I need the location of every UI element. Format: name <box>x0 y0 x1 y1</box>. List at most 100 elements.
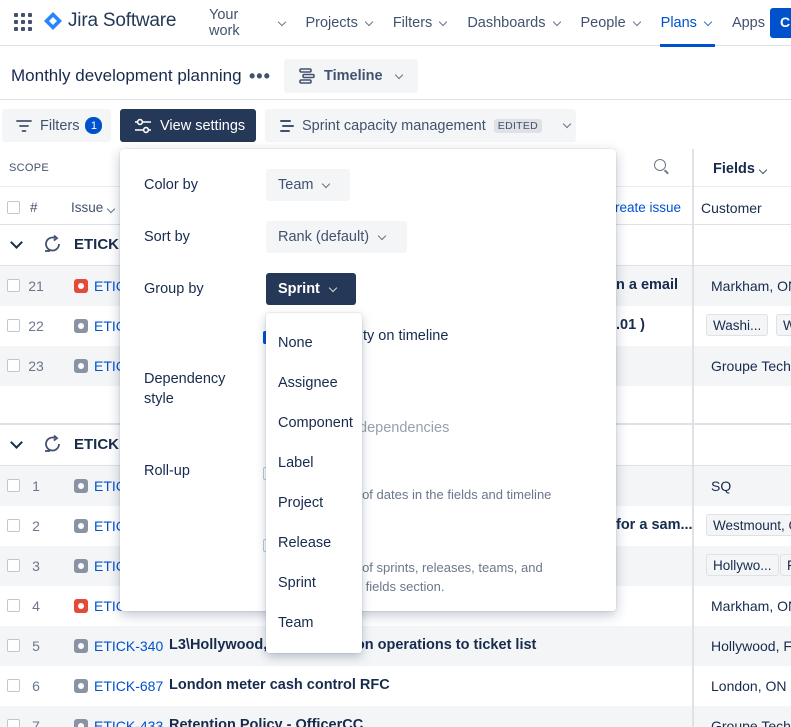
more-actions-icon[interactable]: ••• <box>249 66 271 87</box>
issue-summary-tail[interactable]: n a email <box>616 277 678 293</box>
chevron-down-icon <box>758 165 768 175</box>
row-number: 23 <box>28 358 44 374</box>
filter-icon <box>16 119 32 132</box>
sprint-icon <box>43 434 63 454</box>
row-number: 5 <box>32 638 40 654</box>
chevron-down-icon <box>562 119 572 129</box>
chevron-down-icon <box>439 17 448 26</box>
fields-divider[interactable] <box>692 149 694 727</box>
row-number: 4 <box>32 598 40 614</box>
group-by-option-team[interactable]: Team <box>266 603 362 643</box>
group-by-dropdown: None Assignee Component Label Project Release… <box>266 313 362 653</box>
task-icon <box>74 519 88 533</box>
row-checkbox[interactable] <box>7 719 20 727</box>
customer-value: London, ON <box>711 678 787 694</box>
chevron-down-icon[interactable] <box>10 236 23 249</box>
sort-by-select[interactable]: Rank (default) <box>266 221 407 253</box>
issue-summary[interactable]: London meter cash control RFC <box>169 677 390 693</box>
group-by-option-sprint[interactable]: Sprint <box>266 563 362 603</box>
search-icon[interactable] <box>654 159 666 171</box>
rollup-label: Roll-up <box>144 463 190 479</box>
select-all-checkbox[interactable] <box>7 201 20 214</box>
group-by-option-release[interactable]: Release <box>266 523 362 563</box>
issue-key[interactable]: ETICK-687 <box>94 678 163 694</box>
group-by-select[interactable]: Sprint <box>266 273 356 305</box>
row-checkbox[interactable] <box>7 679 20 692</box>
issue-summary-tail[interactable]: .01 ) <box>616 317 645 333</box>
nav-item-dashboards[interactable]: Dashboards <box>458 0 571 46</box>
filters-count-badge: 1 <box>85 117 103 134</box>
sprint-group-name: ETICK <box>74 236 119 253</box>
chevron-down-icon <box>377 231 387 240</box>
plan-title: Monthly development planning <box>11 66 242 85</box>
column-issue[interactable]: Issue <box>71 200 117 215</box>
row-number: 6 <box>32 678 40 694</box>
scenario-button[interactable]: Sprint capacity management EDITED <box>265 109 576 142</box>
plan-header: Monthly development planning ••• Timelin… <box>0 52 791 100</box>
row-checkbox[interactable] <box>7 319 20 332</box>
sort-by-value: Rank (default) <box>278 229 370 245</box>
plan-toolbar: Filters 1 View settings Sprint capacity … <box>0 101 791 149</box>
table-row[interactable]: 7 ETICK-433 Retention Policy - OfficerCC Gr… <box>0 706 791 727</box>
chevron-down-icon <box>107 204 116 214</box>
chevron-down-icon[interactable] <box>10 436 23 449</box>
top-navigation: Jira Software Your work Projects Filters Da… <box>0 0 791 47</box>
issue-key[interactable]: ETICK-433 <box>94 718 163 727</box>
customer-chip: F <box>780 554 791 576</box>
fields-dropdown[interactable]: Fields <box>713 161 769 177</box>
sprint-icon <box>43 234 63 254</box>
group-by-option-assignee[interactable]: Assignee <box>266 363 362 403</box>
group-by-option-none[interactable]: None <box>266 323 362 363</box>
task-icon <box>74 479 88 493</box>
dependency-style-label: Dependency style <box>144 371 226 407</box>
color-by-value: Team <box>278 177 314 193</box>
issue-summary-tail[interactable]: for a sam... <box>616 517 693 533</box>
group-by-option-label[interactable]: Label <box>266 443 362 483</box>
table-row[interactable]: 6 ETICK-687 London meter cash control RFC L… <box>0 666 791 706</box>
nav-item-filters[interactable]: Filters <box>384 0 458 46</box>
issue-key[interactable]: ETICK-340 <box>94 638 163 654</box>
view-settings-button[interactable]: View settings <box>120 109 256 142</box>
row-checkbox[interactable] <box>7 639 20 652</box>
row-checkbox[interactable] <box>7 559 20 572</box>
fields-label: Fields <box>713 161 755 177</box>
table-row[interactable]: 5 ETICK-340 L3\Hollywood, nsaction operatio… <box>0 626 791 666</box>
task-icon <box>74 639 88 653</box>
row-number: 1 <box>32 478 40 494</box>
row-checkbox[interactable] <box>7 479 20 492</box>
chevron-down-icon <box>703 17 713 26</box>
row-checkbox[interactable] <box>7 519 20 532</box>
row-checkbox[interactable] <box>7 359 20 372</box>
customer-value: Markham, ON <box>711 598 791 614</box>
issue-summary[interactable]: Retention Policy - OfficerCC <box>169 717 363 727</box>
nav-item-label: People <box>580 15 626 31</box>
task-icon <box>74 679 88 693</box>
nav-item-projects[interactable]: Projects <box>296 0 383 46</box>
row-number: 7 <box>32 718 40 727</box>
color-by-select[interactable]: Team <box>266 169 350 201</box>
jira-logo[interactable]: Jira Software <box>44 10 176 32</box>
customer-chip: Washi... <box>706 314 769 336</box>
task-icon <box>74 359 88 373</box>
customer-value: Hollywood, F <box>711 638 791 654</box>
create-issue-link[interactable]: reate issue <box>615 200 681 215</box>
row-checkbox[interactable] <box>7 279 20 292</box>
filters-label: Filters <box>40 117 80 134</box>
group-by-option-component[interactable]: Component <box>266 403 362 443</box>
issue-summary[interactable]: L3\Hollywood, <box>169 637 267 653</box>
nav-item-label: Apps <box>731 15 765 31</box>
nav-item-people[interactable]: People <box>572 0 652 46</box>
task-icon <box>74 319 88 333</box>
view-switcher-button[interactable]: Timeline <box>284 59 418 93</box>
group-by-option-project[interactable]: Project <box>266 483 362 523</box>
row-number: 21 <box>28 278 44 294</box>
app-switcher-icon[interactable] <box>14 13 32 31</box>
create-button[interactable]: C <box>770 8 791 38</box>
task-icon <box>74 719 88 727</box>
rollup-dates-text: up of dates in the fields and timeline <box>344 487 552 502</box>
nav-item-plans[interactable]: Plans <box>652 0 723 47</box>
row-number: 22 <box>28 318 44 334</box>
row-checkbox[interactable] <box>7 599 20 612</box>
filters-button[interactable]: Filters 1 <box>2 109 111 142</box>
nav-item-your-work[interactable]: Your work <box>200 0 296 46</box>
